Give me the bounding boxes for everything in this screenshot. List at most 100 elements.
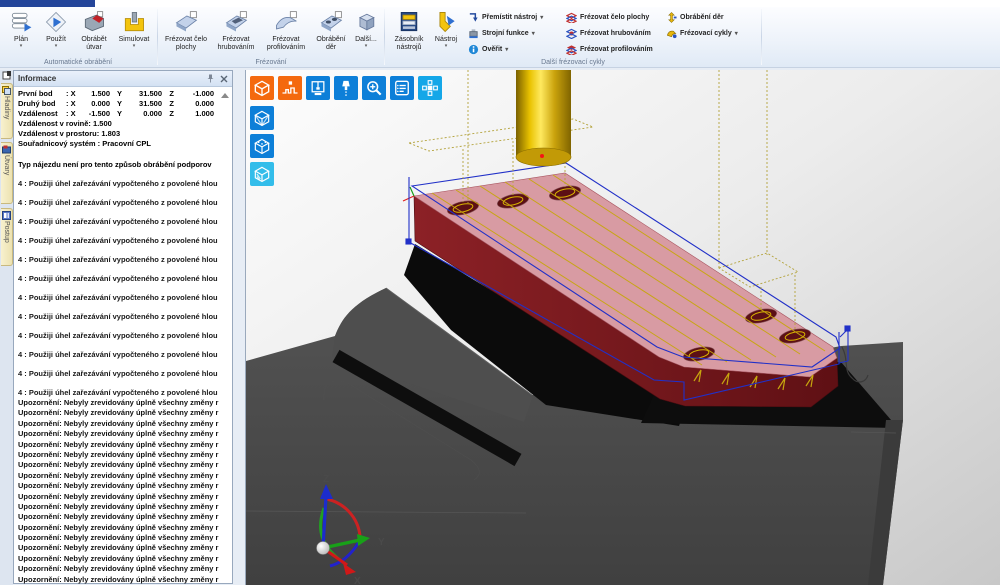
triad-origin-sphere [317, 542, 330, 555]
notice-log-line: Upozornění: Nebyly zrevidovány úplně vše… [18, 471, 232, 481]
simulovat-button[interactable]: Simulovat [114, 8, 154, 49]
measure-y: 31.500 [122, 89, 162, 99]
obrabeni-der-small-button[interactable]: Obrábění děr [666, 12, 758, 23]
dropdown-arrow-icon [445, 44, 448, 49]
translucent-view-icon[interactable] [250, 162, 274, 186]
close-icon[interactable] [220, 75, 228, 83]
plan-button[interactable]: Plán [4, 8, 38, 49]
cycles-column-2: Obrábění děr Frézovací cykly [662, 8, 758, 39]
axis-label-y: Y [378, 537, 385, 548]
strojni-funkce-button[interactable]: Strojní funkce [468, 28, 562, 39]
more-cycles-icon [353, 9, 379, 35]
machine-display-icon[interactable] [306, 76, 330, 100]
space-distance-line: Vzdálenost v prostoru: 1.803 [18, 129, 232, 139]
pin-icon[interactable] [206, 74, 215, 83]
frezovat-hrubovanim-small-button[interactable]: Frézovat hrubováním [566, 28, 662, 39]
approach-warning-line: Typ nájezdu není pro tento způsob obrábě… [18, 160, 232, 170]
measure-label: Vzdálenost [18, 109, 62, 119]
nastroj-button[interactable]: Nástroj [430, 8, 462, 49]
zasobnik-nastroju-button[interactable]: Zásobník nástrojů [388, 8, 430, 51]
cycles-column-1: Frézovat čelo plochy Frézovat hrubováním… [562, 8, 662, 55]
stock-handle[interactable] [406, 239, 411, 244]
group-label: Frézování [159, 59, 383, 66]
frezovat-celo-plochy-button[interactable]: Frézovat čelo plochy [161, 8, 211, 51]
measure-label: Druhý bod [18, 99, 62, 109]
application-window: Plán Použít Obrábět útvar Simulovat Auto… [0, 0, 1000, 585]
iso-view-icon[interactable] [250, 76, 274, 100]
button-label: Frézovat hrubováním [211, 36, 261, 51]
frezovat-hrubovanim-button[interactable]: Frézovat hrubováním [211, 8, 261, 51]
sidebar-tab-hladiny[interactable]: Hladiny [1, 83, 13, 139]
measure-z: 0.000 [174, 99, 214, 109]
notice-log-line: Upozornění: Nebyly zrevidovány úplně vše… [18, 554, 232, 564]
group-label: Další frézovací cykly [386, 59, 760, 66]
zoom-icon[interactable] [362, 76, 386, 100]
dropdown-arrow-icon [540, 14, 543, 21]
list-view-icon[interactable] [390, 76, 414, 100]
button-label: Obrábět útvar [74, 36, 114, 51]
viewport-3d[interactable]: Z Y X [245, 70, 1000, 585]
scroll-up-icon[interactable] [221, 93, 229, 98]
shaded-view-icon[interactable] [250, 134, 274, 158]
obrabeni-der-button[interactable]: Obrábění děr [311, 8, 351, 51]
angle-log-line: 4 : Použiji úhel zařezávání vypočteného … [18, 379, 232, 398]
stock-handle[interactable] [845, 326, 850, 331]
panel-title: Informace [18, 74, 56, 83]
active-tab-indicator[interactable] [0, 0, 95, 7]
sidebar-tab-utvary[interactable]: Útvary [1, 142, 13, 204]
ribbon: Plán Použít Obrábět útvar Simulovat Auto… [0, 7, 1000, 68]
frezovaci-cykly-small-button[interactable]: Frézovací cykly [666, 28, 758, 39]
axis-token: : X [62, 109, 76, 119]
button-label: Ověřit [482, 46, 502, 53]
ribbon-separator [157, 9, 158, 65]
notice-log-line: Upozornění: Nebyly zrevidovány úplně vše… [18, 398, 232, 408]
tool-menu-column: Přemístit nástroj Strojní funkce Ověřit [462, 8, 562, 55]
notice-log-line: Upozornění: Nebyly zrevidovány úplně vše… [18, 512, 232, 522]
button-label: Strojní funkce [482, 30, 529, 37]
clipboard-icon [2, 71, 11, 80]
tool-store-icon [396, 9, 422, 35]
notice-log-line: Upozornění: Nebyly zrevidovány úplně vše… [18, 450, 232, 460]
button-label: Zásobník nástrojů [388, 36, 430, 51]
axis-token: Z [162, 99, 174, 109]
overit-button[interactable]: Ověřit [468, 44, 562, 55]
scene-canvas: Z Y X [246, 70, 1000, 585]
ribbon-separator [384, 9, 385, 65]
profile-mill-small-icon [566, 44, 577, 55]
obrabet-utvar-button[interactable]: Obrábět útvar [74, 8, 114, 51]
frezovat-profilovanim-small-button[interactable]: Frézovat profilováním [566, 44, 662, 55]
notice-log-line: Upozornění: Nebyly zrevidovány úplně vše… [18, 492, 232, 502]
stock-display-icon[interactable] [278, 76, 302, 100]
features-icon [2, 145, 11, 154]
angle-log-line: 4 : Použiji úhel zařezávání vypočteného … [18, 322, 232, 341]
notice-log-line: Upozornění: Nebyly zrevidovány úplně vše… [18, 408, 232, 418]
notice-log-line: Upozornění: Nebyly zrevidovány úplně vše… [18, 460, 232, 470]
dalsi-button[interactable]: Další... [351, 8, 381, 49]
machine-function-icon [468, 28, 479, 39]
frezovat-profilovanim-button[interactable]: Frézovat profilováním [261, 8, 311, 51]
measure-label: První bod [18, 89, 62, 99]
wireframe-view-icon[interactable] [250, 106, 274, 130]
sidebar-tab-label: Hladiny [3, 96, 10, 119]
panel-titlebar[interactable]: Informace [14, 71, 232, 87]
ribbon-group-automaticke-obrabeni: Plán Použít Obrábět útvar Simulovat Auto… [0, 7, 156, 67]
measure-x: -1.500 [76, 109, 110, 119]
tool-icon [433, 9, 459, 35]
sidebar-tab-postup[interactable]: Postup [1, 208, 13, 266]
informace-panel: Informace První bod: X1.500Y31.500Z-1.00… [13, 70, 233, 584]
hole-machining-icon [318, 9, 344, 35]
pouzit-button[interactable]: Použít [38, 8, 74, 49]
premistit-nastroj-button[interactable]: Přemístit nástroj [468, 12, 562, 23]
move-view-icon[interactable] [418, 76, 442, 100]
measure-z: 1.000 [174, 109, 214, 119]
tool-display-icon[interactable] [334, 76, 358, 100]
plan-icon [8, 9, 34, 35]
frezovat-celo-plochy-small-button[interactable]: Frézovat čelo plochy [566, 12, 662, 23]
ribbon-separator [761, 9, 762, 65]
measure-row: Vzdálenost: X-1.500Y0.000Z1.000 [18, 109, 232, 119]
angle-log-line: 4 : Použiji úhel zařezávání vypočteného … [18, 284, 232, 303]
button-label: Obrábění děr [680, 14, 724, 21]
button-label: Přemístit nástroj [482, 14, 537, 21]
angle-log-line: 4 : Použiji úhel zařezávání vypočteného … [18, 246, 232, 265]
side-tab-strip: Hladiny Útvary Postup [0, 70, 13, 585]
